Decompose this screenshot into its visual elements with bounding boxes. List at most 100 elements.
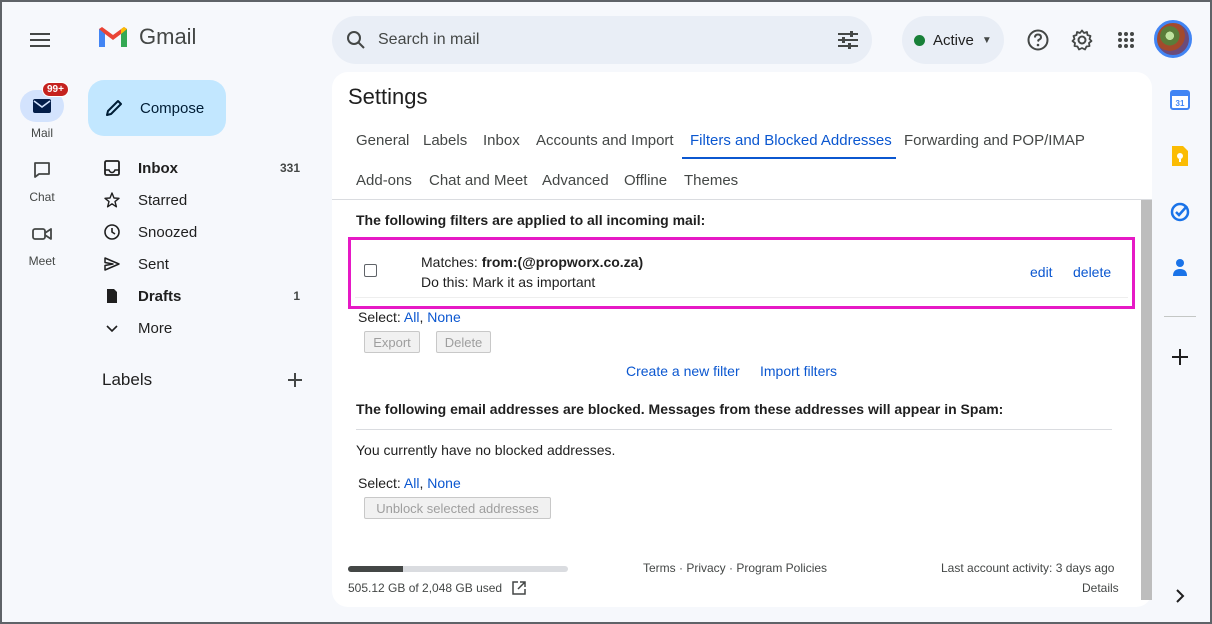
filter-delete-link[interactable]: delete (1073, 264, 1111, 280)
status-label: Active (933, 31, 974, 49)
scrollbar[interactable] (1141, 200, 1152, 600)
settings-button[interactable] (1062, 20, 1102, 60)
svg-text:31: 31 (1176, 99, 1185, 108)
nav-item-drafts[interactable]: Drafts 1 (88, 280, 316, 312)
gear-icon (1071, 29, 1093, 51)
blocked-divider (356, 429, 1112, 430)
tab-forwarding[interactable]: Forwarding and POP/IMAP (904, 132, 1085, 149)
storage-fill (348, 566, 403, 572)
tab-offline[interactable]: Offline (624, 172, 667, 189)
rail-chat[interactable]: Chat (16, 154, 68, 204)
footer-links[interactable]: Terms · Privacy · Program Policies (643, 561, 827, 575)
get-addons-button[interactable] (1168, 345, 1192, 369)
search-icon[interactable] (346, 30, 366, 50)
nav-snoozed-label: Snoozed (138, 223, 198, 241)
blocked-select-none[interactable]: None (427, 475, 460, 491)
create-filter-link[interactable]: Create a new filter (626, 363, 740, 379)
storage-bar (348, 566, 568, 572)
blocked-select-row: Select: All, None (358, 475, 461, 491)
nav-item-more[interactable]: More (88, 312, 316, 344)
filters-heading: The following filters are applied to all… (356, 212, 706, 228)
tab-inbox[interactable]: Inbox (483, 132, 520, 149)
delete-button[interactable]: Delete (436, 331, 491, 353)
rail-meet-label: Meet (28, 254, 56, 268)
pencil-icon (106, 100, 122, 116)
status-selector[interactable]: Active ▼ (902, 16, 1004, 64)
filter-matches: Matches: from:(@propworx.co.za) (421, 254, 643, 270)
nav-more-label: More (138, 319, 173, 337)
nav-sent-label: Sent (138, 255, 169, 273)
nav-drafts-label: Drafts (138, 287, 182, 305)
blocked-select-all[interactable]: All (404, 475, 420, 491)
tab-themes[interactable]: Themes (684, 172, 738, 189)
tabs-divider (332, 199, 1152, 200)
search-options-icon[interactable] (838, 31, 858, 49)
nav-item-inbox[interactable]: Inbox 331 (88, 152, 316, 184)
tab-labels[interactable]: Labels (423, 132, 467, 149)
nav-inbox-count: 331 (279, 161, 300, 175)
mail-icon (33, 99, 51, 113)
right-rail-divider (1164, 316, 1196, 317)
app-name: Gmail (139, 24, 197, 49)
contacts-app-button[interactable] (1168, 256, 1192, 280)
main-menu-button[interactable] (20, 20, 60, 60)
search-input[interactable]: Search in mail (378, 31, 838, 49)
apps-grid-icon (1118, 32, 1134, 48)
active-status-dot (914, 34, 925, 46)
clock-icon (104, 224, 120, 240)
tab-general[interactable]: General (356, 132, 409, 149)
calendar-app-button[interactable]: 31 (1168, 88, 1192, 112)
import-filters-link[interactable]: Import filters (760, 363, 837, 379)
nav-item-starred[interactable]: Starred (88, 184, 316, 216)
labels-heading: Labels (102, 370, 153, 389)
tab-add-ons[interactable]: Add-ons (356, 172, 412, 189)
chevron-down-icon (106, 325, 118, 333)
support-button[interactable] (1018, 20, 1058, 60)
search-bar[interactable]: Search in mail (332, 16, 872, 64)
nav-starred-label: Starred (138, 191, 188, 209)
tab-accounts-and-import[interactable]: Accounts and Import (536, 132, 674, 149)
storage-info: 505.12 GB of 2,048 GB used (348, 581, 526, 595)
account-avatar[interactable] (1154, 20, 1192, 58)
keep-icon (1172, 146, 1188, 166)
plus-icon (1172, 349, 1188, 365)
blocked-empty-text: You currently have no blocked addresses. (356, 442, 616, 458)
send-icon (104, 257, 120, 271)
show-side-panel-button[interactable] (1168, 584, 1192, 608)
apps-button[interactable] (1106, 20, 1146, 60)
draft-file-icon (107, 289, 117, 303)
compose-button[interactable]: Compose (88, 80, 226, 136)
details-link[interactable]: Details (1082, 581, 1119, 595)
filter-checkbox[interactable] (364, 264, 377, 277)
filter-select-label: Select: (358, 309, 404, 325)
help-icon (1027, 29, 1049, 51)
nav-inbox-label: Inbox (138, 159, 178, 177)
rail-chat-label: Chat (29, 190, 55, 204)
unblock-button[interactable]: Unblock selected addresses (364, 497, 551, 519)
filter-action: Do this: Mark it as important (421, 274, 596, 290)
nav-item-sent[interactable]: Sent (88, 248, 316, 280)
unread-badge: 99+ (42, 82, 69, 97)
nav-item-snoozed[interactable]: Snoozed (88, 216, 316, 248)
calendar-icon: 31 (1170, 90, 1190, 110)
export-button[interactable]: Export (364, 331, 420, 353)
hamburger-icon (30, 33, 50, 47)
tasks-app-button[interactable] (1168, 200, 1192, 224)
tab-chat-and-meet[interactable]: Chat and Meet (429, 172, 527, 189)
tab-advanced[interactable]: Advanced (542, 172, 609, 189)
rail-meet[interactable]: Meet (16, 218, 68, 268)
gmail-logo[interactable]: Gmail (97, 24, 196, 50)
tab-filters-and-blocked[interactable]: Filters and Blocked Addresses (690, 132, 892, 149)
plus-icon[interactable] (288, 373, 302, 387)
active-tab-indicator (682, 157, 896, 159)
filter-select-all[interactable]: All (404, 309, 420, 325)
filter-select-none[interactable]: None (427, 309, 460, 325)
open-in-new-icon[interactable] (512, 581, 526, 595)
rail-mail[interactable]: 99+ Mail (16, 82, 69, 140)
tasks-icon (1170, 202, 1190, 222)
chevron-down-icon: ▼ (981, 34, 992, 46)
gmail-m-icon (99, 27, 127, 47)
filter-edit-link[interactable]: edit (1030, 264, 1053, 280)
rail-mail-label: Mail (30, 126, 53, 140)
keep-app-button[interactable] (1168, 144, 1192, 168)
